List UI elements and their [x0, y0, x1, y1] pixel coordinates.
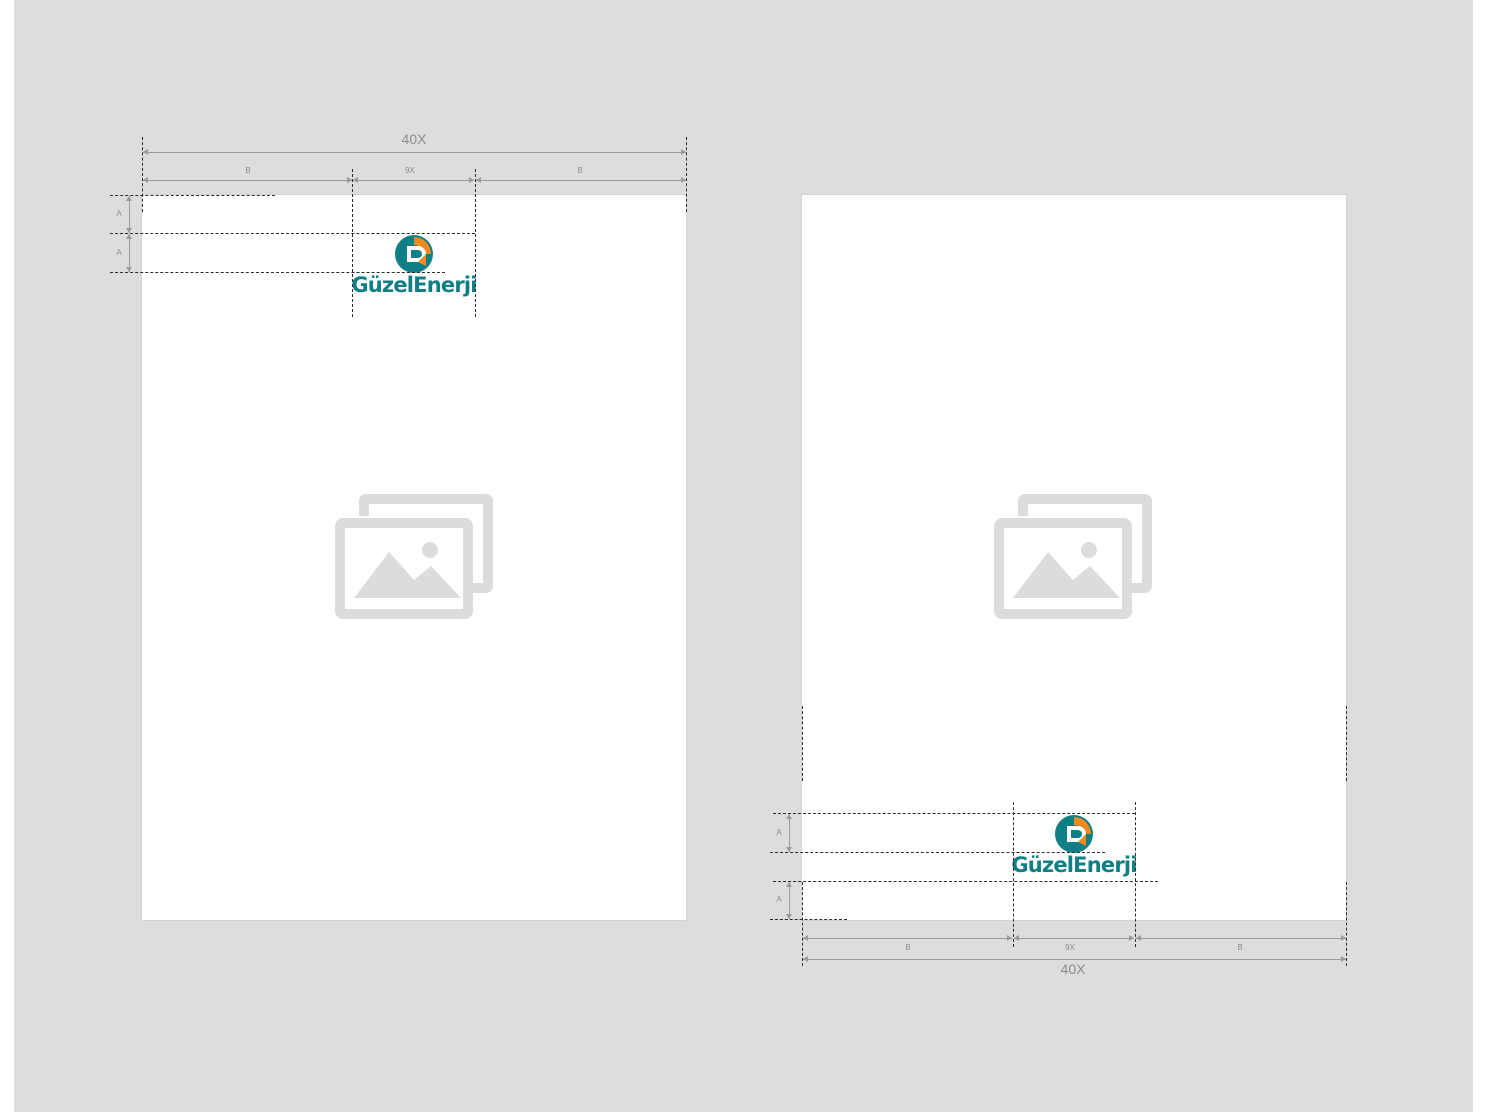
guide-horizontal-logo-bottom	[773, 881, 1158, 882]
guide-vertical-left-edge	[802, 706, 803, 781]
guide-vertical-right-edge	[686, 137, 687, 212]
brand-logo: GüzelEnerji	[349, 233, 479, 307]
dimension-left-margin-label: B	[905, 943, 911, 952]
guide-horizontal-logo-mid	[770, 852, 1105, 853]
dimension-right-margin	[476, 177, 686, 183]
dimension-right-margin	[1136, 935, 1346, 941]
dimension-left-margin	[143, 177, 352, 183]
dimension-right-margin-label: B	[1237, 943, 1243, 952]
guide-horizontal-page-bottom	[770, 919, 847, 920]
dimension-total-width	[143, 149, 686, 155]
guide-horizontal-page-top	[110, 195, 275, 196]
dimension-logo-width	[1014, 935, 1134, 941]
brand-wordmark: GüzelEnerji	[351, 273, 477, 297]
dimension-left-margin-label: B	[245, 166, 251, 175]
dimension-total-label: 40X	[1060, 961, 1086, 977]
dimension-logo-width	[353, 177, 474, 183]
guide-vertical-logo-left	[1013, 802, 1014, 947]
dimension-total-width	[803, 956, 1346, 962]
guide-horizontal-logo-mid	[110, 272, 445, 273]
brand-logo: GüzelEnerji	[1009, 813, 1139, 887]
dimension-logo-spacing-label: A	[116, 248, 122, 257]
guide-vertical-logo-left	[352, 169, 353, 317]
image-placeholder-icon	[994, 494, 1152, 619]
brand-mark-icon	[1055, 815, 1093, 853]
guide-vertical-logo-right	[475, 169, 476, 317]
guide-vertical-logo-right	[1135, 802, 1136, 947]
dimension-left-margin	[803, 935, 1012, 941]
guide-vertical-right-edge	[1346, 706, 1347, 781]
brand-mark-icon	[395, 235, 433, 273]
dimension-logo-width-label: 9X	[1065, 943, 1075, 952]
guide-horizontal-logo-top	[773, 813, 1135, 814]
dimension-total-label: 40X	[401, 131, 427, 147]
dimension-top-margin-label: A	[116, 209, 122, 218]
guide-horizontal-logo-top	[110, 233, 475, 234]
dimension-right-margin-label: B	[577, 166, 583, 175]
dimension-logo-spacing-label: A	[776, 828, 782, 837]
guide-vertical-left-edge-bottom	[802, 882, 803, 966]
image-placeholder-icon	[335, 494, 493, 619]
dimension-bottom-margin-label: A	[776, 895, 782, 904]
dimension-logo-width-label: 9X	[405, 166, 415, 175]
guide-vertical-right-edge-bottom	[1346, 882, 1347, 966]
brand-wordmark: GüzelEnerji	[1011, 853, 1137, 877]
